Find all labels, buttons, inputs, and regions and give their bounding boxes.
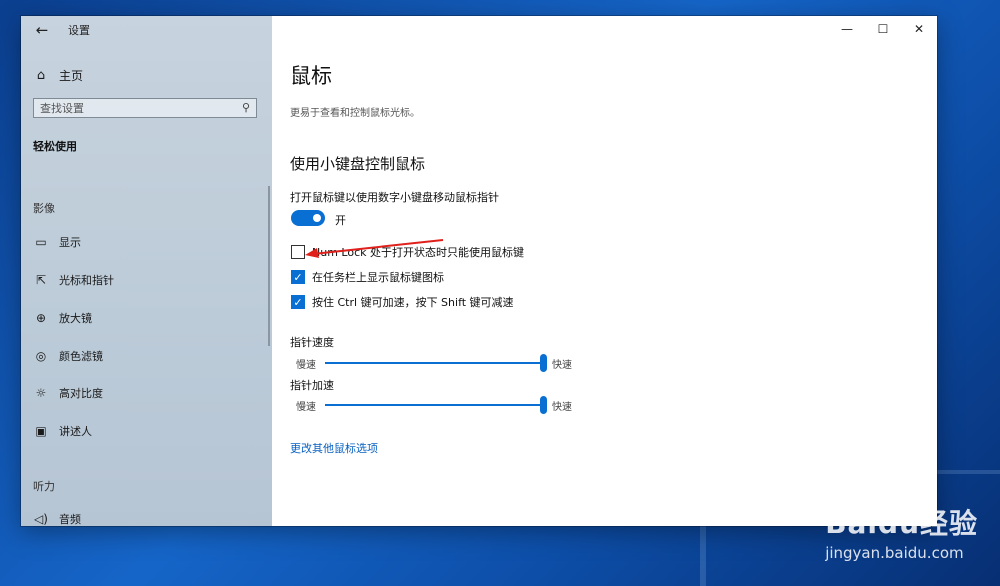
back-arrow-icon: ← xyxy=(35,21,49,39)
minimize-button[interactable]: — xyxy=(829,16,865,42)
back-button[interactable]: ← xyxy=(31,20,53,40)
checkbox-label: 按住 Ctrl 键可加速，按下 Shift 键可减速 xyxy=(312,296,514,309)
pointer-acceleration-slider-row: 慢速 快速 xyxy=(296,396,586,414)
sidebar-item-cursor[interactable]: ⇱ 光标和指针 xyxy=(33,269,114,291)
pointer-acceleration-label: 指针加速 xyxy=(290,379,334,392)
toggle-state-text: 开 xyxy=(335,214,346,227)
search-icon[interactable]: ⚲ xyxy=(242,101,250,114)
slider-min-label: 慢速 xyxy=(296,402,316,413)
speaker-icon: ◁) xyxy=(34,512,48,526)
pointer-acceleration-track[interactable] xyxy=(325,404,543,406)
sidebar-item-label: 显示 xyxy=(59,236,81,249)
checkmark-icon: ✓ xyxy=(293,270,303,284)
section-heading: 使用小键盘控制鼠标 xyxy=(290,155,426,173)
sidebar: ← 设置 ⌂ 主页 ⚲ 轻松使用 影像 ▭ 显示 ⇱ 光标和指针 ⊕ 放大镜 ◎ xyxy=(21,16,272,526)
minimize-icon: — xyxy=(841,22,853,36)
annotation-arrow xyxy=(305,239,444,258)
search-box[interactable]: ⚲ xyxy=(33,98,257,118)
pointer-speed-slider-row: 慢速 快速 xyxy=(296,354,586,372)
close-button[interactable]: ✕ xyxy=(901,16,937,42)
maximize-icon: ☐ xyxy=(877,22,889,36)
window-controls: — ☐ ✕ xyxy=(829,16,937,42)
watermark-url: jingyan.baidu.com xyxy=(825,544,964,562)
group-label-hearing: 听力 xyxy=(33,480,55,493)
sidebar-item-label: 高对比度 xyxy=(59,387,103,400)
checkbox-row-ctrl-shift[interactable]: ✓ 按住 Ctrl 键可加速，按下 Shift 键可减速 xyxy=(291,294,514,310)
sidebar-item-audio[interactable]: ◁) 音频 xyxy=(33,508,81,526)
sidebar-item-narrator[interactable]: ▣ 讲述人 xyxy=(33,420,92,442)
brightness-icon: ☼ xyxy=(35,386,47,400)
titlebar-left: ← 设置 xyxy=(21,16,272,42)
sidebar-item-label: 放大镜 xyxy=(59,312,92,325)
sidebar-item-label: 光标和指针 xyxy=(59,274,114,287)
pointer-speed-track[interactable] xyxy=(325,362,543,364)
narrator-icon: ▣ xyxy=(35,424,47,438)
mouse-keys-toggle[interactable] xyxy=(291,210,325,226)
palette-icon: ◎ xyxy=(35,349,47,363)
sidebar-scrollbar[interactable] xyxy=(268,186,270,346)
close-icon: ✕ xyxy=(913,22,925,36)
settings-window: ← 设置 ⌂ 主页 ⚲ 轻松使用 影像 ▭ 显示 ⇱ 光标和指针 ⊕ 放大镜 ◎ xyxy=(21,16,937,526)
main-content: — ☐ ✕ 鼠标 更易于查看和控制鼠标光标。 使用小键盘控制鼠标 打开鼠标键以使… xyxy=(272,16,937,526)
mouse-keys-toggle-label: 打开鼠标键以使用数字小键盘移动鼠标指针 xyxy=(290,191,499,204)
app-title: 设置 xyxy=(68,24,90,37)
watermark-logo: Baidu经验 xyxy=(825,507,978,540)
pointer-speed-label: 指针速度 xyxy=(290,336,334,349)
ctrl-shift-checkbox[interactable]: ✓ xyxy=(291,295,305,309)
sidebar-item-label: 主页 xyxy=(59,68,84,83)
slider-min-label: 慢速 xyxy=(296,360,316,371)
category-title: 轻松使用 xyxy=(33,140,77,153)
sidebar-item-label: 音频 xyxy=(59,513,81,526)
sidebar-item-label: 颜色滤镜 xyxy=(59,350,103,363)
annotation-arrow-shaft xyxy=(312,239,444,255)
page-title: 鼠标 xyxy=(290,64,332,88)
cursor-icon: ⇱ xyxy=(35,273,47,287)
slider-max-label: 快速 xyxy=(552,360,572,371)
more-mouse-options-link[interactable]: 更改其他鼠标选项 xyxy=(290,440,378,456)
checkmark-icon: ✓ xyxy=(293,295,303,309)
pointer-speed-thumb[interactable] xyxy=(540,354,547,372)
annotation-arrow-head xyxy=(305,248,319,258)
group-label-vision: 影像 xyxy=(33,202,55,215)
sidebar-item-display[interactable]: ▭ 显示 xyxy=(33,231,81,253)
search-input[interactable] xyxy=(40,101,230,115)
magnifier-icon: ⊕ xyxy=(35,311,47,325)
sidebar-item-color-filters[interactable]: ◎ 颜色滤镜 xyxy=(33,345,103,367)
sidebar-item-label: 讲述人 xyxy=(59,425,92,438)
checkbox-row-taskbar-icon[interactable]: ✓ 在任务栏上显示鼠标键图标 xyxy=(291,269,444,285)
maximize-button[interactable]: ☐ xyxy=(865,16,901,42)
baidu-watermark: Baidu经验 jingyan.baidu.com xyxy=(825,502,978,562)
checkbox-label: 在任务栏上显示鼠标键图标 xyxy=(312,271,444,284)
home-icon: ⌂ xyxy=(36,67,46,83)
slider-max-label: 快速 xyxy=(552,402,572,413)
taskbar-icon-checkbox[interactable]: ✓ xyxy=(291,270,305,284)
page-description: 更易于查看和控制鼠标光标。 xyxy=(290,108,420,119)
sidebar-item-magnifier[interactable]: ⊕ 放大镜 xyxy=(33,307,92,329)
monitor-icon: ▭ xyxy=(35,235,47,249)
pointer-acceleration-thumb[interactable] xyxy=(540,396,547,414)
sidebar-item-high-contrast[interactable]: ☼ 高对比度 xyxy=(33,382,103,404)
sidebar-item-home[interactable]: ⌂ 主页 xyxy=(33,64,83,86)
